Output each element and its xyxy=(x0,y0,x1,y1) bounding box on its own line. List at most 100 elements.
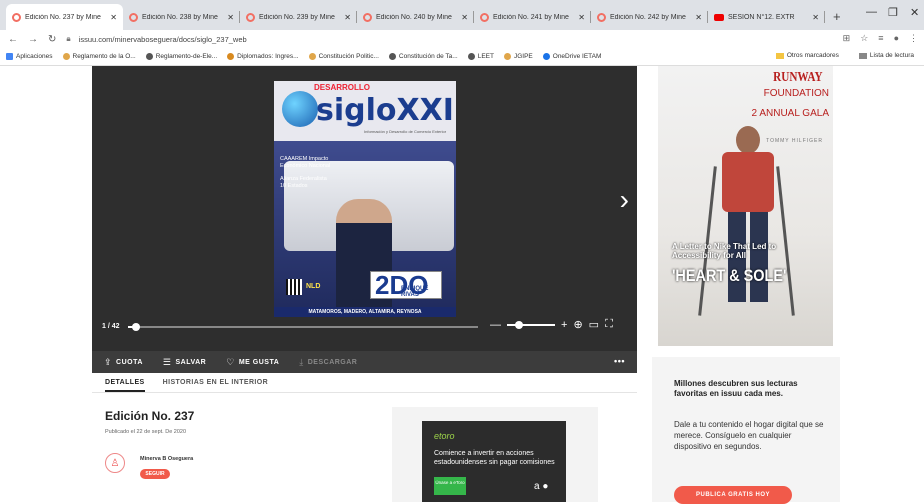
back-arrow-icon[interactable]: ← xyxy=(8,34,18,45)
share-button[interactable]: ⇪ CUOTA xyxy=(104,357,143,368)
translate-icon[interactable]: ⊞ xyxy=(843,33,851,44)
close-icon[interactable]: ✕ xyxy=(344,13,351,22)
bookmark-item[interactable]: Reglamento de la O... xyxy=(62,53,136,60)
bookmark-item[interactable]: Constitución Politic... xyxy=(308,53,379,60)
fullscreen-icon[interactable]: ⛶ xyxy=(605,318,613,331)
browser-tab[interactable]: SESIÓN N°12. EXTR ✕ xyxy=(708,4,825,30)
ad-button[interactable]: Únase a eToro xyxy=(434,477,466,495)
avatar[interactable]: ♙ xyxy=(105,453,125,473)
bookmark-favicon-icon xyxy=(227,53,235,60)
bookmark-label: JGIPE xyxy=(513,53,533,60)
bookmark-favicon-icon xyxy=(308,53,316,60)
like-button[interactable]: ♡ ME GUSTA xyxy=(226,357,279,368)
list-icon xyxy=(858,52,867,59)
slider-thumb[interactable] xyxy=(132,323,141,331)
head-shape xyxy=(736,126,760,154)
side-ad[interactable]: RUNWAY FOUNDATION 2 ANNUAL GALA TOMMY HI… xyxy=(658,66,833,346)
globe-logo-icon xyxy=(282,91,318,127)
ad-person-image xyxy=(698,126,795,316)
tab-label: SESIÓN N°12. EXTR xyxy=(728,13,795,21)
lock-icon[interactable]: 🔒︎ xyxy=(66,34,70,44)
heart-icon: ♡ xyxy=(226,356,235,367)
download-button[interactable]: ⤓ DESCARGAR xyxy=(299,357,357,368)
issuu-favicon-icon xyxy=(12,12,21,22)
bookmark-apps[interactable]: Aplicaciones xyxy=(6,53,53,60)
document-title: Edición No. 237 xyxy=(105,409,195,423)
youtube-favicon-icon xyxy=(714,13,724,21)
tab-label: Edición No. 240 by Mine xyxy=(376,13,452,21)
close-icon[interactable]: ✕ xyxy=(695,13,702,22)
tab-stories[interactable]: HISTORIAS EN EL INTERIOR xyxy=(163,373,268,392)
ad-brand: etoro xyxy=(434,431,455,441)
cover-bullets: CAAAREM Impacto Económico Nacional Alian… xyxy=(280,156,340,190)
magazine-cover[interactable]: DESARROLLO sigloXXI Información y Desarr… xyxy=(274,81,456,317)
bookmark-item[interactable]: Reglamento-de-Ele... xyxy=(145,53,217,60)
follow-button[interactable]: SEGUIR xyxy=(140,469,170,479)
star-icon[interactable]: ☆ xyxy=(860,33,868,44)
publish-free-button[interactable]: PUBLICA GRATIS HOY xyxy=(674,486,792,504)
single-page-icon[interactable]: ▭ xyxy=(589,318,599,331)
close-window-icon[interactable]: ✕ xyxy=(910,6,919,19)
close-icon[interactable]: ✕ xyxy=(461,13,468,22)
detail-tabs: DETALLES HISTORIAS EN EL INTERIOR xyxy=(92,373,637,393)
download-label: DESCARGAR xyxy=(307,358,358,366)
zoom-slider[interactable] xyxy=(507,320,555,329)
reading-list[interactable]: Lista de lectura xyxy=(858,52,914,59)
next-page-icon[interactable]: › xyxy=(620,184,629,216)
menu-dots-icon[interactable]: ⋮ xyxy=(909,33,918,44)
ad-foundation: FOUNDATION xyxy=(763,88,829,99)
zoom-in-icon[interactable]: + xyxy=(561,319,567,331)
zoom-out-icon[interactable]: — xyxy=(490,319,501,331)
bookmark-item[interactable]: JGIPE xyxy=(503,53,533,60)
crutch-shape xyxy=(776,166,795,316)
close-icon[interactable]: ✕ xyxy=(812,13,819,22)
document-viewer[interactable]: DESARROLLO sigloXXI Información y Desarr… xyxy=(92,66,637,351)
url-field[interactable]: issuu.com/minervaboseguera/docs/siglo_23… xyxy=(79,35,247,44)
stock-logos-icon: a ● xyxy=(534,481,549,492)
browser-tab[interactable]: Edición No. 242 by Mine ✕ xyxy=(591,4,708,30)
reading-list-icon[interactable]: ≡ xyxy=(878,33,883,44)
issuu-favicon-icon xyxy=(246,12,255,22)
globe-icon xyxy=(388,53,396,60)
reload-icon[interactable]: ↻ xyxy=(48,34,56,45)
author-name[interactable]: Minerva B Oseguera xyxy=(140,456,193,462)
tab-label: Edición No. 237 by Mine xyxy=(25,13,101,21)
browser-tab[interactable]: Edición No. 241 by Mine ✕ xyxy=(474,4,591,30)
maximize-icon[interactable]: ❐ xyxy=(888,6,898,19)
user-icon: ♙ xyxy=(110,457,120,469)
minimize-icon[interactable]: — xyxy=(866,6,877,18)
forward-arrow-icon[interactable]: → xyxy=(28,34,38,45)
magnifier-icon[interactable]: ⊕ xyxy=(573,318,582,331)
bookmark-item[interactable]: Constitución de Ta... xyxy=(388,53,458,60)
page-slider[interactable] xyxy=(128,323,478,331)
bookmark-label: Lista de lectura xyxy=(869,52,914,59)
browser-tab[interactable]: Edición No. 239 by Mine ✕ xyxy=(240,4,357,30)
save-button[interactable]: ☰ SALVAR xyxy=(163,357,206,368)
browser-tab-bar: Edición No. 237 by Mine ✕ Edición No. 238… xyxy=(0,0,924,30)
more-options-icon[interactable]: ••• xyxy=(614,356,625,366)
bookmark-item[interactable]: LEET xyxy=(467,53,494,60)
bookmark-item[interactable]: OneDrive IETAM xyxy=(542,53,602,60)
profile-icon[interactable]: ● xyxy=(894,33,899,44)
close-icon[interactable]: ✕ xyxy=(110,13,117,22)
zoom-thumb[interactable] xyxy=(515,320,523,329)
tab-label: Edición No. 242 by Mine xyxy=(610,13,686,21)
browser-tab[interactable]: Edición No. 240 by Mine ✕ xyxy=(357,4,474,30)
other-bookmarks[interactable]: Otros marcadores xyxy=(775,52,839,59)
bookmark-item[interactable]: Diplomados: Ingres... xyxy=(227,53,299,60)
new-tab-icon[interactable]: + xyxy=(833,9,841,24)
tab-label: Edición No. 239 by Mine xyxy=(259,13,335,21)
address-bar: ← → ↻ 🔒︎ issuu.com/minervaboseguera/docs… xyxy=(0,30,924,48)
close-icon[interactable]: ✕ xyxy=(578,13,585,22)
tab-details[interactable]: DETALLES xyxy=(105,373,145,392)
ad-headline: 'HEART & SOLE' xyxy=(672,266,787,285)
save-icon: ☰ xyxy=(162,356,172,367)
browser-tab[interactable]: Edición No. 237 by Mine ✕ xyxy=(6,4,123,30)
etoro-ad[interactable]: etoro Comience a invertir en acciones es… xyxy=(422,421,566,502)
tab-label: Edición No. 241 by Mine xyxy=(493,13,569,21)
browser-tab[interactable]: Edición No. 238 by Mine ✕ xyxy=(123,4,240,30)
promo-box: Millones descubren sus lecturas favorita… xyxy=(652,357,840,504)
close-icon[interactable]: ✕ xyxy=(227,13,234,22)
bookmark-label: OneDrive IETAM xyxy=(552,53,602,60)
ad-container: etoro Comience a invertir en acciones es… xyxy=(392,407,598,502)
